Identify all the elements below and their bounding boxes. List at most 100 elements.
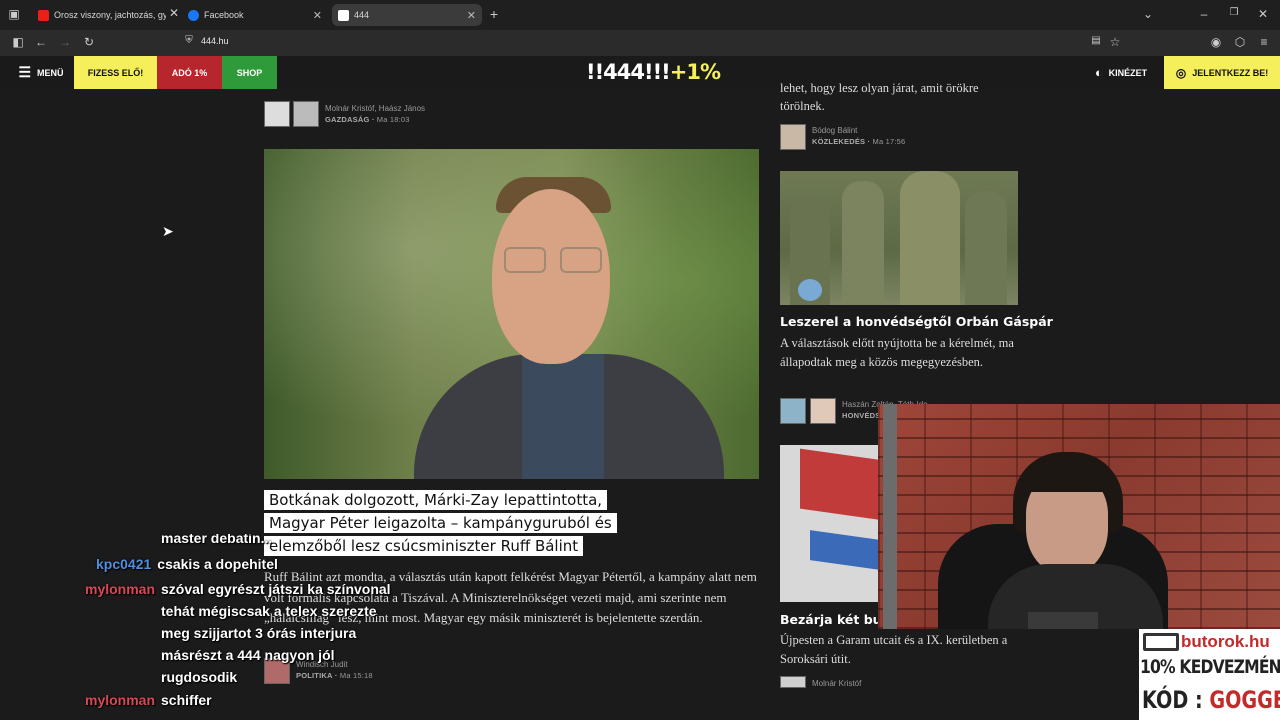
chevron-down-icon[interactable]: ⌄	[1140, 7, 1156, 21]
menu-button[interactable]: ☰ MENÜ	[10, 56, 72, 89]
author-avatar	[780, 398, 806, 424]
chat-message: rugdosodik	[161, 669, 238, 685]
browser-toolbar: ◧ ← → ↻ ⛨ 444.hu ▤ ☆ ◉ ⬡ ≡	[0, 30, 1280, 56]
streamer-webcam	[878, 404, 1280, 629]
tab-444[interactable]: 444 ✕	[332, 4, 482, 26]
mouse-cursor-icon: ➤	[162, 223, 174, 239]
soldiers-article-image[interactable]	[780, 171, 1018, 305]
sidebar-author[interactable]: Molnár Kristóf	[812, 679, 861, 688]
logo-plus: +1%	[669, 60, 721, 84]
category-label: GAZDASÁG	[325, 115, 370, 124]
minimize-icon[interactable]: –	[1196, 7, 1212, 21]
code-value: GOGGER	[1209, 686, 1280, 714]
youtube-icon	[38, 9, 49, 21]
extensions-icon[interactable]: ⬡	[1232, 35, 1248, 49]
store-article-image[interactable]	[780, 445, 878, 602]
article-category[interactable]: GAZDASÁG · Ma 18:03	[325, 115, 410, 124]
sponsor-code: KÓD : GOGGER	[1142, 686, 1280, 714]
menu-icon[interactable]: ≡	[1256, 35, 1272, 49]
address-bar[interactable]: 444.hu	[201, 36, 229, 46]
sidebar-article-title[interactable]: Leszerel a honvédségtől Orbán Gáspár	[780, 314, 1053, 329]
article-time: Ma 15:18	[339, 671, 373, 680]
close-window-icon[interactable]: ✕	[1255, 7, 1271, 21]
chat-message: meg szijjartot 3 órás interjura	[161, 625, 357, 641]
reload-icon[interactable]: ↻	[81, 35, 97, 49]
chat-message-partial: master debatin...	[161, 534, 272, 546]
back-icon[interactable]: ←	[33, 35, 49, 49]
hero-article-lead: Ruff Bálint azt mondta, a választás után…	[264, 569, 757, 625]
sidebar-article-text: törölnek.	[780, 99, 825, 113]
glasses-right-shape	[560, 247, 602, 273]
chat-message: másrészt a 444 nagyon jól	[161, 647, 335, 663]
tab-label: 444	[354, 10, 370, 20]
article-time: Ma 18:03	[376, 115, 410, 124]
person-shirt-shape	[522, 354, 604, 479]
glasses-left-shape	[504, 247, 546, 273]
author-avatar	[780, 676, 806, 688]
tax-donation-button[interactable]: ADÓ 1%	[157, 56, 222, 89]
code-label: KÓD :	[1142, 686, 1203, 714]
site-favicon-icon	[338, 9, 349, 21]
close-tab-icon[interactable]: ✕	[166, 6, 182, 20]
tab-actions-icon[interactable]: ▣	[6, 7, 22, 21]
sponsor-banner: butorok.hu 10% KEDVEZMÉNY KÓD : GOGGER	[1139, 629, 1280, 720]
sidebar-category[interactable]: KÖZLEKEDÉS · Ma 17:56	[812, 137, 905, 146]
theme-icon: ◐	[1094, 65, 1103, 80]
sidebar-icon[interactable]: ◧	[10, 35, 26, 49]
person-face-shape	[492, 189, 610, 364]
tab-facebook[interactable]: Facebook ✕	[182, 4, 328, 26]
tab-label: Facebook	[204, 10, 244, 20]
sidebar-article-text: Újpesten a Garam utcait és a IX. kerület…	[780, 633, 1008, 666]
chat-message: tehát mégiscsak a telex szerezte	[161, 603, 377, 619]
chat-message: mylonman szóval egyrészt játszi ka színvo…	[85, 581, 391, 597]
theme-button[interactable]: ◐ KINÉZET	[1088, 56, 1154, 89]
hero-category[interactable]: POLITIKA · Ma 15:18	[296, 671, 373, 680]
sofa-logo-icon	[1143, 633, 1179, 651]
author-avatar	[780, 124, 806, 150]
login-label: JELENTKEZZ BE!	[1192, 67, 1269, 78]
reader-view-icon[interactable]: ▤	[1088, 35, 1104, 46]
chat-message: mylonman schiffer	[85, 692, 212, 708]
account-icon[interactable]: ◉	[1208, 35, 1224, 49]
chat-message: kpc0421 csakis a dopehitel	[96, 556, 278, 572]
article-time: Ma 17:56	[872, 137, 906, 146]
tab-label: Orosz viszony, jachtozás, gyűlö...	[54, 10, 166, 20]
site-info-icon[interactable]: ⛨	[181, 35, 197, 46]
chat-text: csakis a dopehitel	[157, 556, 278, 572]
shop-button[interactable]: SHOP	[222, 56, 277, 89]
site-header: ☰ MENÜ FIZESS ELŐ! ADÓ 1% SHOP !!444!!!+…	[0, 56, 1280, 89]
author-avatar	[810, 398, 836, 424]
sidebar-author[interactable]: Bódog Bálint	[812, 126, 857, 135]
chat-text: szóval egyrészt játszi ka színvonal	[161, 581, 391, 597]
hero-article-title[interactable]: Botkának dolgozott, Márki-Zay lepattinto…	[264, 489, 624, 558]
chat-text: master debatin...	[161, 534, 273, 546]
facebook-icon	[188, 9, 199, 21]
bookmark-star-icon[interactable]: ☆	[1107, 35, 1123, 49]
category-label: POLITIKA	[296, 671, 333, 680]
hero-title-text: Botkának dolgozott, Márki-Zay lepattinto…	[264, 490, 617, 556]
login-button[interactable]: ◎ JELENTKEZZ BE!	[1164, 56, 1280, 89]
sidebar-article-text: A választások előtt nyújtotta be a kérel…	[780, 336, 1014, 369]
restore-icon[interactable]: ❐	[1226, 7, 1242, 18]
close-tab-icon[interactable]: ✕	[467, 9, 476, 22]
sponsor-discount: 10% KEDVEZMÉNY	[1140, 656, 1280, 678]
author-avatar	[264, 101, 290, 127]
forward-icon[interactable]: →	[57, 35, 73, 49]
menu-label: MENÜ	[37, 67, 64, 78]
hero-article-image[interactable]	[264, 149, 759, 479]
chat-username: mylonman	[85, 581, 156, 597]
category-label: KÖZLEKEDÉS	[812, 137, 866, 146]
chat-text: schiffer	[161, 692, 212, 708]
author-avatar	[293, 101, 319, 127]
chat-username: mylonman	[85, 692, 156, 708]
new-tab-icon[interactable]: +	[486, 6, 502, 22]
tab-youtube[interactable]: Orosz viszony, jachtozás, gyűlö...	[32, 4, 174, 26]
site-logo[interactable]: !!444!!!+1%	[586, 60, 721, 84]
subscribe-button[interactable]: FIZESS ELŐ!	[74, 56, 157, 89]
article-authors[interactable]: Molnár Kristóf, Haász János	[325, 104, 425, 113]
close-tab-icon[interactable]: ✕	[313, 9, 322, 22]
sidebar-article-text: lehet, hogy lesz olyan járat, amit örökr…	[780, 81, 979, 95]
browser-tabstrip: ▣ Orosz viszony, jachtozás, gyűlö... Fac…	[0, 0, 1280, 30]
hamburger-icon: ☰	[18, 64, 32, 80]
user-icon: ◎	[1175, 65, 1187, 80]
